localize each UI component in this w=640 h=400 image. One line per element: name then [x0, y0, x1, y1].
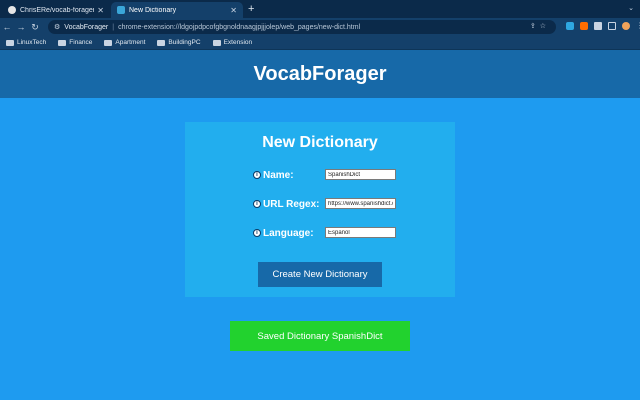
- tab-vocab-forager-github[interactable]: ChrisERe/vocab-forager: Chro ✕: [2, 2, 110, 18]
- saved-status-banner: Saved Dictionary SpanishDict: [230, 321, 410, 351]
- language-row: i Language:: [253, 226, 314, 240]
- bookmark-label: BuildingPC: [168, 39, 201, 46]
- tab-title: ChrisERe/vocab-forager: Chro: [20, 6, 95, 14]
- new-tab-button[interactable]: +: [248, 3, 254, 15]
- more-menu-icon[interactable]: ⋮: [636, 22, 640, 30]
- url-regex-input[interactable]: [325, 198, 396, 209]
- bookmark-buildingpc[interactable]: BuildingPC: [157, 39, 201, 46]
- address-site-label: VocabForager: [64, 23, 109, 31]
- side-panel-icon[interactable]: [608, 22, 616, 30]
- close-icon[interactable]: ✕: [230, 6, 237, 15]
- folder-icon: [212, 39, 221, 46]
- extensions-menu-icon[interactable]: [594, 22, 602, 30]
- bookmark-label: Finance: [69, 39, 93, 46]
- back-icon[interactable]: ←: [0, 22, 14, 32]
- browser-toolbar: ← → ↻ ⚙ VocabForager | chrome-extension:…: [0, 18, 640, 36]
- bookmark-linuxtech[interactable]: LinuxTech: [6, 39, 46, 46]
- address-bar[interactable]: ⚙ VocabForager | chrome-extension://ldgo…: [48, 20, 556, 34]
- name-label: Name:: [263, 169, 294, 181]
- extension-puzzle-icon: ⚙: [54, 24, 61, 31]
- folder-icon: [58, 39, 67, 46]
- form-title: New Dictionary: [262, 134, 378, 151]
- language-input[interactable]: [325, 227, 396, 238]
- tab-search-icon[interactable]: ⌄: [628, 4, 634, 12]
- bookmark-label: Apartment: [115, 39, 146, 46]
- new-dictionary-form: New Dictionary i Name: i URL Regex: i La…: [185, 122, 455, 297]
- folder-icon: [6, 39, 14, 46]
- info-icon[interactable]: i: [253, 229, 261, 237]
- language-label: Language:: [263, 227, 314, 239]
- folder-icon: [104, 39, 113, 46]
- bookmark-apartment[interactable]: Apartment: [104, 39, 145, 46]
- bookmarks-bar: LinuxTech Finance Apartment BuildingPC E…: [0, 36, 640, 50]
- page-header: VocabForager: [0, 50, 640, 98]
- toolbar-icons: ⋮: [566, 22, 640, 30]
- github-icon: [8, 6, 16, 14]
- extension-vocab-icon[interactable]: [566, 22, 574, 30]
- tab-new-dictionary[interactable]: New Dictionary ✕: [111, 2, 243, 18]
- extension-favicon-icon: [117, 6, 125, 14]
- name-input[interactable]: [325, 169, 396, 180]
- bookmark-star-icon[interactable]: ⇪☆: [530, 22, 550, 30]
- close-icon[interactable]: ✕: [97, 6, 104, 15]
- info-icon[interactable]: i: [253, 200, 261, 208]
- folder-icon: [157, 39, 166, 46]
- extension-orange-icon[interactable]: [580, 22, 588, 30]
- url-regex-label: URL Regex:: [263, 198, 320, 210]
- tab-title: New Dictionary: [129, 6, 177, 14]
- address-separator: |: [112, 23, 115, 31]
- tab-bar: ChrisERe/vocab-forager: Chro ✕ New Dicti…: [0, 0, 640, 18]
- bookmark-label: Extension: [223, 39, 253, 46]
- name-row: i Name:: [253, 168, 294, 182]
- forward-icon[interactable]: →: [14, 22, 28, 32]
- info-icon[interactable]: i: [253, 171, 261, 179]
- bookmark-label: LinuxTech: [17, 39, 47, 46]
- profile-avatar-icon[interactable]: [622, 22, 630, 30]
- address-url: chrome-extension://ldgojpdpcofgbgnoldnaa…: [118, 23, 361, 31]
- app-title: VocabForager: [253, 62, 387, 85]
- reload-icon[interactable]: ↻: [28, 22, 42, 33]
- bookmark-extension[interactable]: Extension: [212, 39, 253, 46]
- bookmark-finance[interactable]: Finance: [58, 39, 92, 46]
- create-dictionary-button[interactable]: Create New Dictionary: [258, 262, 382, 287]
- url-regex-row: i URL Regex:: [253, 197, 320, 211]
